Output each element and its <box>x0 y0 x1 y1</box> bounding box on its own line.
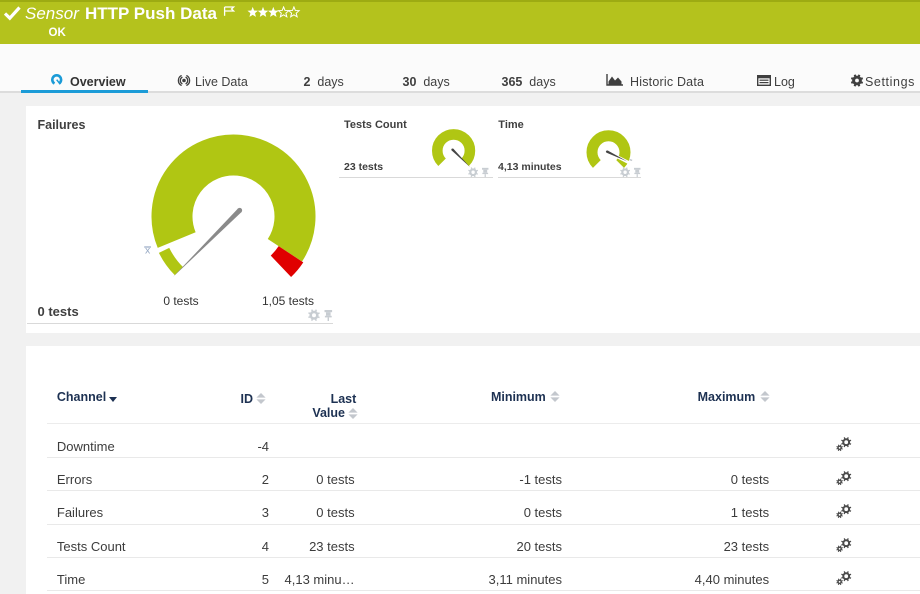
svg-text:x: x <box>145 245 151 257</box>
